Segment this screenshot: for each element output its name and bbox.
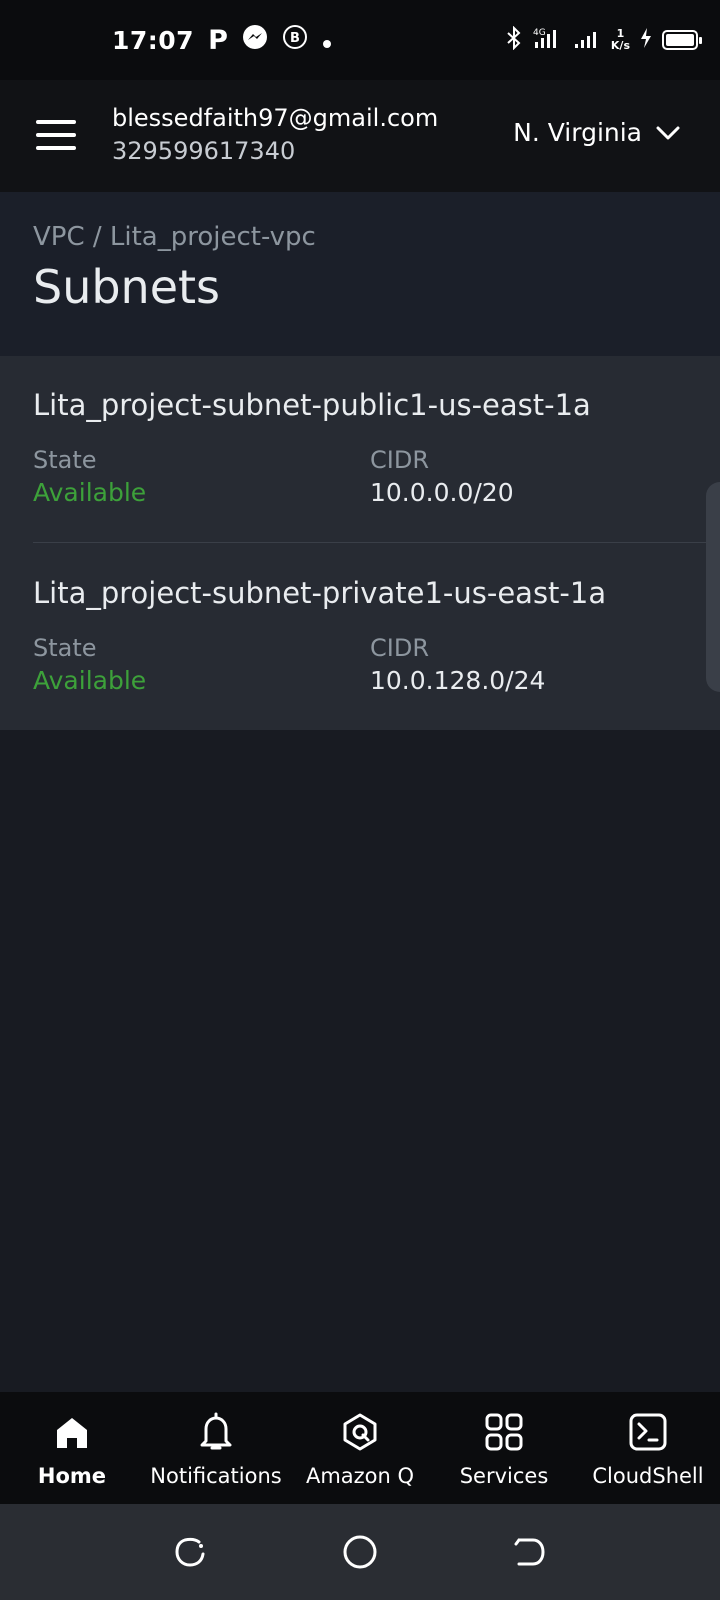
status-right: 4G 1 K/s (505, 25, 702, 55)
nav-cloudshell[interactable]: CloudShell (576, 1392, 720, 1504)
cidr-label: CIDR (370, 634, 429, 662)
amazon-q-icon (340, 1412, 380, 1452)
subnet-name: Lita_project-subnet-public1-us-east-1a (33, 388, 591, 422)
nav-label-services: Services (459, 1464, 549, 1488)
recent-apps-button[interactable] (170, 1532, 210, 1572)
cidr-value: 10.0.0.0/20 (370, 478, 514, 507)
page-header: VPC / Lita_project-vpc Subnets (0, 192, 720, 356)
status-left: 17:07 P B (112, 24, 332, 56)
subnet-card[interactable]: Lita_project-subnet-private1-us-east-1a … (0, 544, 720, 730)
scroll-handle[interactable] (706, 482, 720, 692)
svg-text:4G: 4G (533, 28, 546, 38)
nav-label-cloudshell: CloudShell (592, 1464, 704, 1488)
account-id: 329599617340 (112, 137, 296, 165)
parking-icon: P (208, 24, 228, 56)
nav-home[interactable]: Home (0, 1392, 144, 1504)
dot-icon (322, 26, 332, 55)
back-button[interactable] (510, 1532, 550, 1572)
svg-text:B: B (290, 31, 300, 46)
state-label: State (33, 446, 97, 474)
nav-label-amazon-q: Amazon Q (305, 1464, 415, 1488)
signal-4g-icon: 4G (533, 26, 563, 55)
breadcrumb[interactable]: VPC / Lita_project-vpc (33, 222, 316, 252)
terminal-icon (628, 1412, 668, 1452)
account-info: blessedfaith97@gmail.com 329599617340 (112, 102, 438, 168)
status-time: 17:07 (112, 25, 195, 55)
system-nav-bar (0, 1504, 720, 1600)
bell-icon (196, 1412, 236, 1452)
chevron-down-icon (656, 118, 680, 147)
charging-icon (640, 27, 652, 54)
home-icon (52, 1412, 92, 1452)
nav-label-home: Home (37, 1464, 107, 1488)
subnet-list: Lita_project-subnet-public1-us-east-1a S… (0, 356, 720, 730)
cidr-value: 10.0.128.0/24 (370, 666, 546, 695)
account-email: blessedfaith97@gmail.com (112, 104, 439, 132)
nav-label-notifications: Notifications (150, 1464, 282, 1488)
battery-icon (662, 30, 702, 50)
page-title: Subnets (33, 260, 221, 314)
divider (33, 542, 720, 543)
status-bar: 17:07 P B 4G 1 K/s (0, 0, 720, 80)
home-button[interactable] (340, 1532, 380, 1572)
nav-services[interactable]: Services (432, 1392, 576, 1504)
grid-icon (484, 1412, 524, 1452)
app-header: blessedfaith97@gmail.com 329599617340 N.… (0, 80, 720, 192)
network-speed: 1 K/s (611, 28, 630, 52)
region-selector[interactable]: N. Virginia (513, 118, 680, 147)
subnet-card[interactable]: Lita_project-subnet-public1-us-east-1a S… (0, 356, 720, 543)
network-speed-unit: K/s (610, 39, 630, 52)
cidr-label: CIDR (370, 446, 429, 474)
bluetooth-icon (505, 25, 523, 55)
state-value: Available (33, 666, 147, 695)
messenger-icon (242, 24, 268, 56)
nav-amazon-q[interactable]: Amazon Q (288, 1392, 432, 1504)
state-label: State (33, 634, 97, 662)
subnet-name: Lita_project-subnet-private1-us-east-1a (33, 576, 607, 610)
business-icon: B (282, 24, 308, 56)
region-label: N. Virginia (513, 118, 642, 147)
bottom-nav: Home Notifications Amazon Q Services Clo… (0, 1392, 720, 1504)
hamburger-menu-icon[interactable] (36, 120, 76, 150)
state-value: Available (33, 478, 147, 507)
signal-icon (573, 26, 601, 55)
nav-notifications[interactable]: Notifications (144, 1392, 288, 1504)
